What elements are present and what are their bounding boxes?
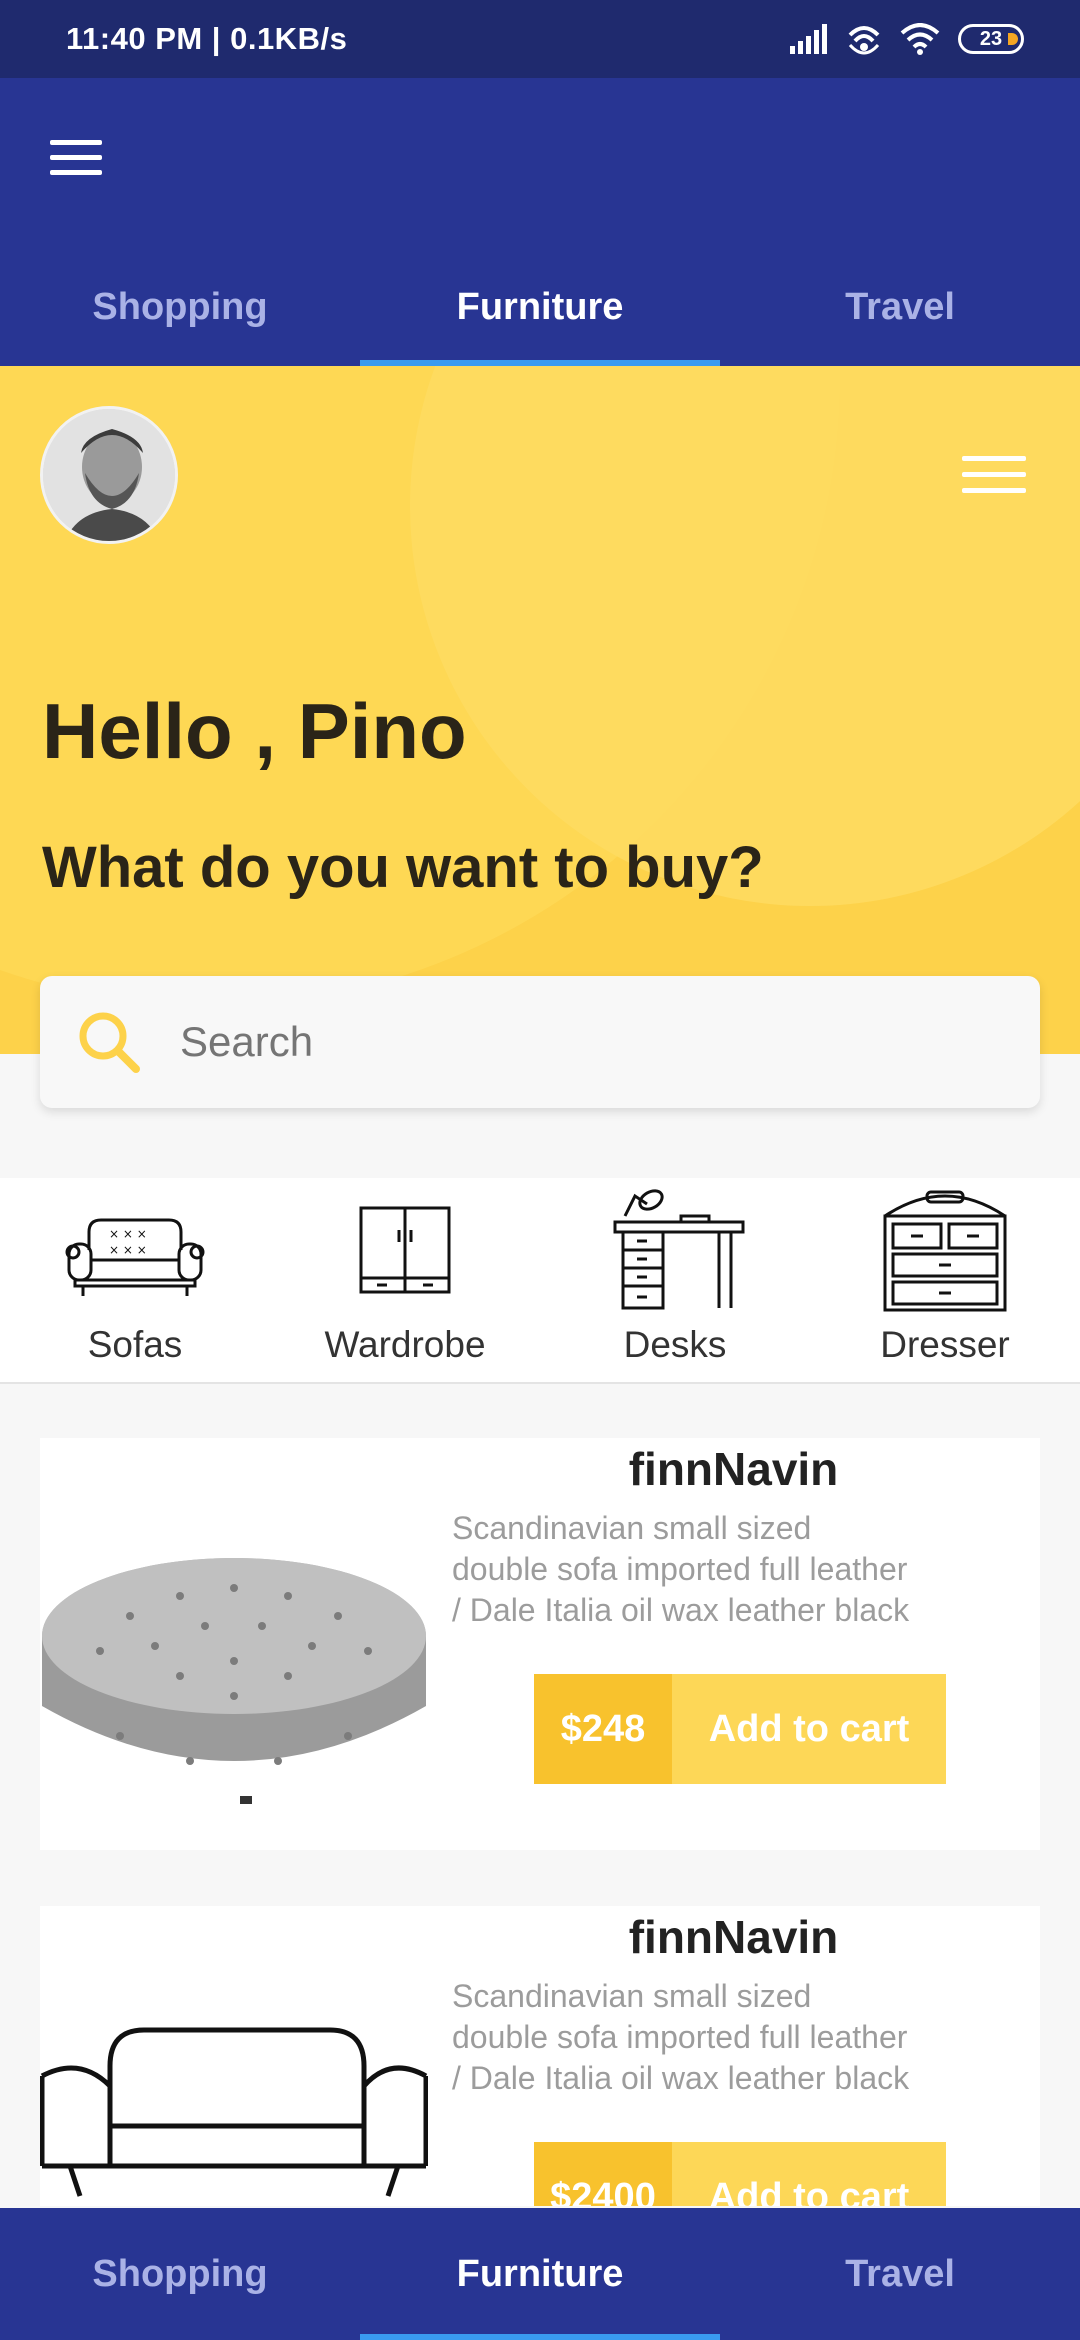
add-to-cart-button[interactable]: $2400 Add to cart: [534, 2142, 946, 2206]
category-label: Desks: [623, 1324, 727, 1365]
category-label: Wardrobe: [324, 1324, 486, 1365]
category-label: Sofas: [87, 1324, 183, 1365]
product-price: $2400: [534, 2142, 672, 2206]
product-name: finnNavin: [628, 1911, 839, 1963]
bottom-nav: Shopping Furniture Travel: [0, 2208, 1080, 2340]
subheading: What do you want to buy?: [42, 835, 764, 900]
tab-travel[interactable]: Travel: [720, 248, 1080, 366]
category-dresser[interactable]: Dresser: [810, 1178, 1080, 1382]
product-card[interactable]: finnNavin Scandinavian small sized doubl…: [40, 1906, 1040, 2206]
dresser-icon: [883, 1190, 1007, 1312]
wardrobe-icon: [359, 1206, 451, 1294]
status-bar: 11:40 PM | 0.1KB/s 23: [0, 0, 1080, 78]
search-icon: [79, 1012, 140, 1073]
battery-level: 23: [979, 27, 1003, 50]
avatar-image: [43, 409, 175, 541]
bottom-tab-travel[interactable]: Travel: [720, 2208, 1080, 2340]
signal-icon: [790, 24, 827, 54]
bottom-tab-shopping[interactable]: Shopping: [0, 2208, 360, 2340]
category-label: Dresser: [880, 1324, 1010, 1365]
product-description: Scandinavian small sized double sofa imp…: [452, 1978, 910, 2096]
desk-icon: [613, 1189, 745, 1310]
svg-text:× × ×: × × ×: [109, 1227, 147, 1241]
hero-banner: Hello , Pino What do you want to buy?: [0, 366, 1080, 1054]
top-tabs: Shopping Furniture Travel: [0, 248, 1080, 366]
wifi-icon: [900, 23, 940, 55]
status-icons: 23: [788, 21, 1024, 57]
bottom-tab-furniture[interactable]: Furniture: [360, 2208, 720, 2340]
sofa-outline-image: [40, 2027, 428, 2197]
category-bar: × × × × × × Sofas Wardrobe Desks Dresser: [0, 1178, 1080, 1384]
ottoman-image: [42, 1558, 426, 1804]
hotspot-icon: [848, 26, 880, 55]
category-desks[interactable]: Desks: [540, 1178, 810, 1382]
product-name: finnNavin: [628, 1443, 839, 1495]
avatar[interactable]: [40, 406, 178, 544]
hero-menu-icon[interactable]: [962, 456, 1026, 500]
product-price: $248: [534, 1674, 672, 1784]
app-bar: Shopping Furniture Travel: [0, 78, 1080, 366]
add-to-cart-label: Add to cart: [672, 1674, 946, 1784]
bottom-tabs: Shopping Furniture Travel: [0, 2208, 1080, 2340]
search-input[interactable]: [180, 1018, 980, 1066]
product-card[interactable]: finnNavin Scandinavian small sized doubl…: [40, 1438, 1040, 1850]
add-to-cart-label: Add to cart: [672, 2142, 946, 2206]
add-to-cart-button[interactable]: $248 Add to cart: [534, 1674, 946, 1784]
product-description: Scandinavian small sized double sofa imp…: [452, 1510, 910, 1628]
tab-furniture[interactable]: Furniture: [360, 248, 720, 366]
category-sofas[interactable]: × × × × × × Sofas: [0, 1178, 270, 1382]
battery-icon: 23: [958, 24, 1024, 54]
menu-icon[interactable]: [50, 140, 102, 176]
status-time: 11:40 PM | 0.1KB/s: [66, 21, 348, 56]
category-wardrobe[interactable]: Wardrobe: [270, 1178, 540, 1382]
search-box[interactable]: [40, 976, 1040, 1108]
greeting: Hello , Pino: [42, 687, 467, 775]
svg-text:× × ×: × × ×: [109, 1243, 147, 1257]
sofa-icon: × × × × × ×: [65, 1218, 205, 1296]
tab-shopping[interactable]: Shopping: [0, 248, 360, 366]
